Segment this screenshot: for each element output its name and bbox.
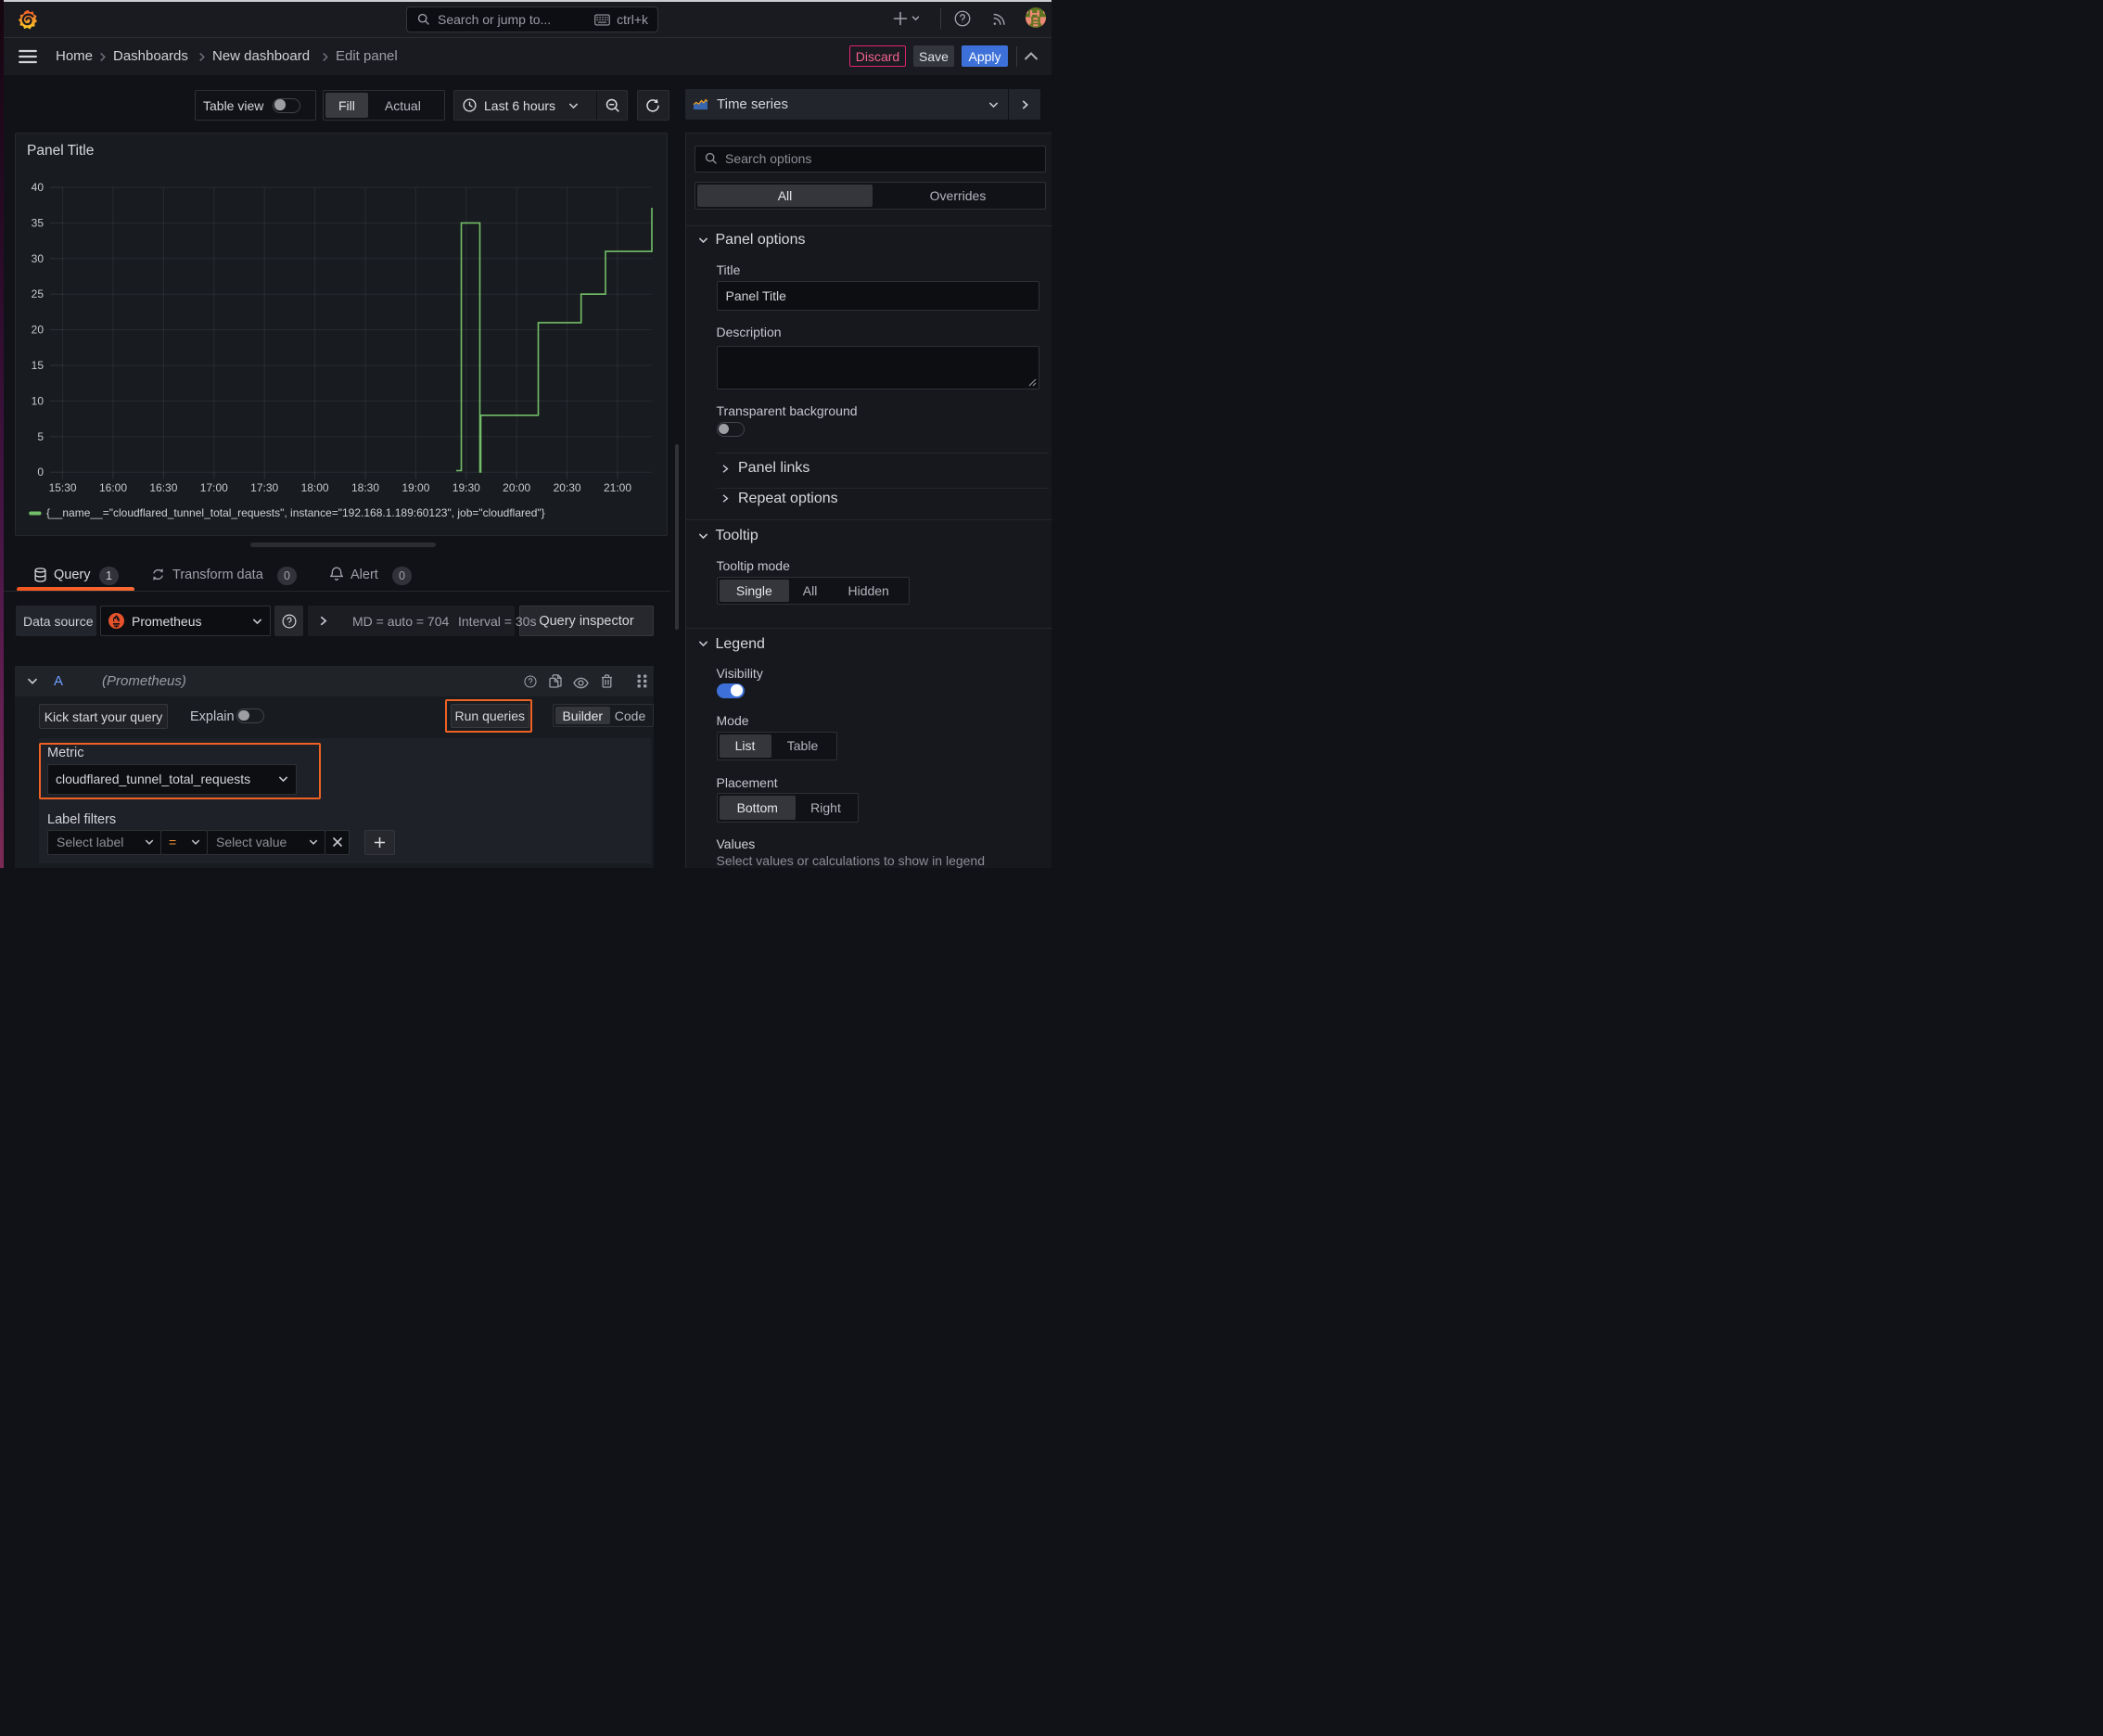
svg-text:17:00: 17:00 [200, 481, 228, 494]
svg-text:5: 5 [37, 430, 44, 443]
svg-text:0: 0 [37, 466, 44, 479]
svg-text:40: 40 [32, 181, 45, 194]
svg-text:20:30: 20:30 [554, 481, 581, 494]
svg-text:21:00: 21:00 [604, 481, 631, 494]
svg-text:20: 20 [32, 324, 45, 337]
svg-text:15:30: 15:30 [49, 481, 77, 494]
svg-text:15: 15 [32, 359, 45, 372]
svg-text:10: 10 [32, 394, 45, 407]
svg-text:20:00: 20:00 [503, 481, 530, 494]
svg-text:18:00: 18:00 [301, 481, 329, 494]
svg-text:35: 35 [32, 216, 45, 229]
svg-text:30: 30 [32, 252, 45, 265]
svg-text:16:30: 16:30 [149, 481, 177, 494]
svg-text:{__name__="cloudflared_tunnel_: {__name__="cloudflared_tunnel_total_requ… [46, 506, 545, 519]
svg-text:25: 25 [32, 287, 45, 300]
svg-text:16:00: 16:00 [99, 481, 127, 494]
svg-text:18:30: 18:30 [351, 481, 379, 494]
svg-text:17:30: 17:30 [250, 481, 278, 494]
svg-text:19:00: 19:00 [401, 481, 429, 494]
svg-text:19:30: 19:30 [452, 481, 480, 494]
